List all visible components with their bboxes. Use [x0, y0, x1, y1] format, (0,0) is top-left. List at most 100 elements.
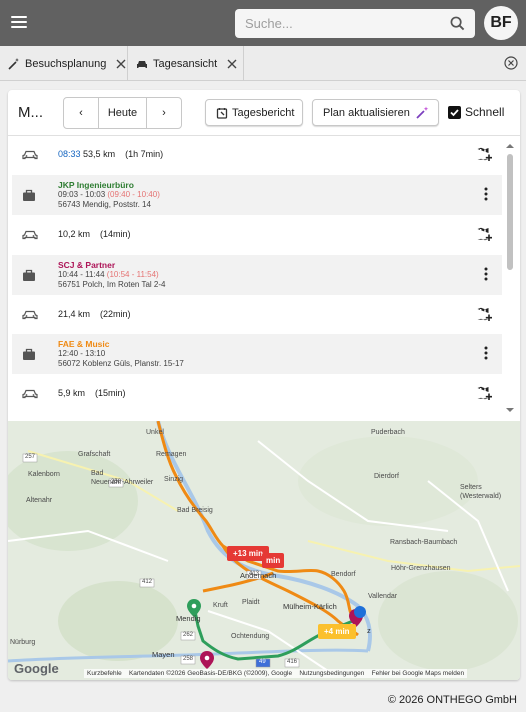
car-icon — [22, 310, 38, 320]
day-toolbar: M... ‹ Heute › Tagesbericht Plan aktuali… — [8, 90, 520, 136]
visit-name: FAE & Music — [58, 339, 110, 349]
visit-address: 56743 Mendig, Poststr. 14 — [58, 200, 151, 209]
list-item: 21,4 km (22min) — [12, 297, 502, 333]
map-place-label: Bad Neuenahr-Ahrweiler — [91, 470, 154, 486]
fast-checkbox[interactable] — [448, 106, 461, 119]
drive-info: 08:33 53,5 km (1h 7min) — [58, 149, 163, 159]
map-add-icon[interactable] — [476, 385, 492, 401]
map-place-label: Mendig — [176, 614, 201, 623]
search-input[interactable] — [245, 14, 445, 33]
list-scrollbar[interactable] — [505, 140, 515, 416]
map-place-label: Kalenborn — [28, 471, 60, 478]
report-icon — [216, 107, 228, 119]
list-item: 10,2 km (14min) — [12, 217, 502, 253]
map-place-label: Kruft — [213, 602, 228, 609]
avatar[interactable]: BF — [484, 6, 518, 40]
tab-label: Besuchsplanung — [25, 57, 107, 70]
list-item: 08:33 53,5 km (1h 7min) — [12, 137, 502, 173]
drive-duration: (15min) — [95, 388, 126, 398]
update-plan-label: Plan aktualisieren — [323, 106, 410, 119]
magic-wand-icon — [8, 57, 19, 70]
map-place-label: Bad Breisig — [177, 507, 213, 514]
drive-duration: (22min) — [100, 309, 131, 319]
search-icon[interactable] — [450, 16, 465, 31]
car-icon — [137, 60, 147, 68]
map-place-label: Selters (Westerwald) — [460, 484, 502, 500]
more-vert-icon[interactable] — [484, 267, 488, 281]
map-place-label: Bendorf — [331, 571, 356, 578]
road-number: 262 — [183, 632, 194, 638]
list-item[interactable]: FAE & Music 12:40 - 13:10 56072 Koblenz … — [12, 334, 502, 374]
list-item[interactable]: JKP Ingenieurbüro 09:03 - 10:03 (09:40 -… — [12, 175, 502, 215]
drive-info: 5,9 km (15min) — [58, 388, 126, 398]
car-icon — [22, 389, 38, 399]
road-number: 258 — [111, 479, 122, 485]
scroll-thumb[interactable] — [507, 154, 513, 270]
update-plan-button[interactable]: Plan aktualisieren — [312, 99, 439, 126]
magic-wand-icon — [416, 106, 429, 119]
route-delay-badge[interactable]: +4 min — [318, 624, 356, 639]
map-place-label: Unkel — [146, 429, 164, 436]
visit-name: SCJ & Partner — [58, 260, 116, 270]
search-box[interactable] — [235, 9, 475, 38]
map-terms-link[interactable]: Nutzungsbedingungen — [299, 670, 364, 677]
map-report-link[interactable]: Fehler bei Google Maps melden — [372, 670, 465, 677]
map-add-icon[interactable] — [476, 306, 492, 322]
map-place-label: Ransbach-Baumbach — [390, 539, 458, 546]
list-item[interactable]: SCJ & Partner 10:44 - 11:44 (10:54 - 11:… — [12, 255, 502, 295]
map-add-icon[interactable] — [476, 146, 492, 162]
road-number: 49 — [259, 659, 266, 665]
map-place-label: Puderbach — [371, 429, 405, 436]
copyright-footer: © 2026 ONTHEGO GmbH — [387, 694, 517, 706]
map-add-icon[interactable] — [476, 226, 492, 242]
prev-day-button[interactable]: ‹ — [64, 98, 99, 128]
map-place-label: Altenahr — [26, 497, 53, 504]
check-icon — [450, 109, 459, 117]
drive-distance: 10,2 km — [58, 229, 91, 239]
scroll-up-icon[interactable] — [505, 142, 515, 150]
scroll-down-icon[interactable] — [505, 406, 515, 414]
itinerary-list: 08:33 53,5 km (1h 7min) JKP Ingenieurbür… — [8, 137, 520, 416]
map-place-label: Plaidt — [242, 599, 260, 606]
tab-label: Tagesansicht — [153, 57, 218, 70]
tab-tagesansicht[interactable]: Tagesansicht — [128, 46, 244, 81]
drive-duration: (1h 7min) — [125, 149, 164, 159]
map-shortcuts-link[interactable]: Kurzbefehle — [87, 670, 122, 677]
drive-start-time: 08:33 — [58, 149, 81, 159]
route-delay-badge[interactable]: min — [262, 553, 285, 568]
drive-distance: 5,9 km — [58, 388, 86, 398]
car-icon — [22, 150, 38, 160]
more-vert-icon[interactable] — [484, 187, 488, 201]
visit-alt-time: (09:40 - 10:40) — [107, 190, 160, 199]
close-icon[interactable] — [227, 59, 237, 69]
drive-distance: 21,4 km — [58, 309, 91, 319]
close-icon[interactable] — [116, 59, 126, 69]
road-number: 416 — [287, 659, 298, 665]
daily-report-button[interactable]: Tagesbericht — [205, 99, 303, 126]
road-number: 412 — [142, 579, 153, 585]
google-logo: Google — [14, 661, 59, 676]
today-button[interactable]: Heute — [99, 98, 147, 128]
more-vert-icon[interactable] — [484, 346, 488, 360]
tab-besuchsplanung[interactable]: Besuchsplanung — [0, 46, 128, 81]
road-number: 258 — [183, 656, 194, 662]
route-map[interactable]: Unkel Puderbach Grafschaft Kalenborn Bad… — [8, 421, 520, 680]
daily-report-label: Tagesbericht — [232, 106, 295, 119]
map-place-label: Grafschaft — [78, 451, 111, 458]
road-number: 257 — [25, 454, 36, 460]
map-place-label: Nürburg — [10, 639, 36, 646]
road-number: 413 — [249, 571, 260, 577]
date-navigator: ‹ Heute › — [63, 97, 182, 129]
map-place-label: Sinzig — [164, 476, 184, 483]
visit-time: 09:03 - 10:03 (09:40 - 10:40) — [58, 190, 160, 199]
next-day-button[interactable]: › — [147, 98, 181, 128]
car-icon — [22, 230, 38, 240]
close-all-icon[interactable] — [504, 56, 518, 70]
map-place-label: Dierdorf — [374, 473, 399, 480]
menu-icon[interactable] — [11, 16, 27, 29]
fast-checkbox-label[interactable]: Schnell — [465, 105, 504, 119]
map-place-label: Mülheim-Kärlich — [283, 602, 337, 611]
drive-info: 21,4 km (22min) — [58, 309, 131, 319]
briefcase-icon — [23, 269, 35, 281]
tab-bar: Besuchsplanung Tagesansicht — [0, 46, 526, 81]
